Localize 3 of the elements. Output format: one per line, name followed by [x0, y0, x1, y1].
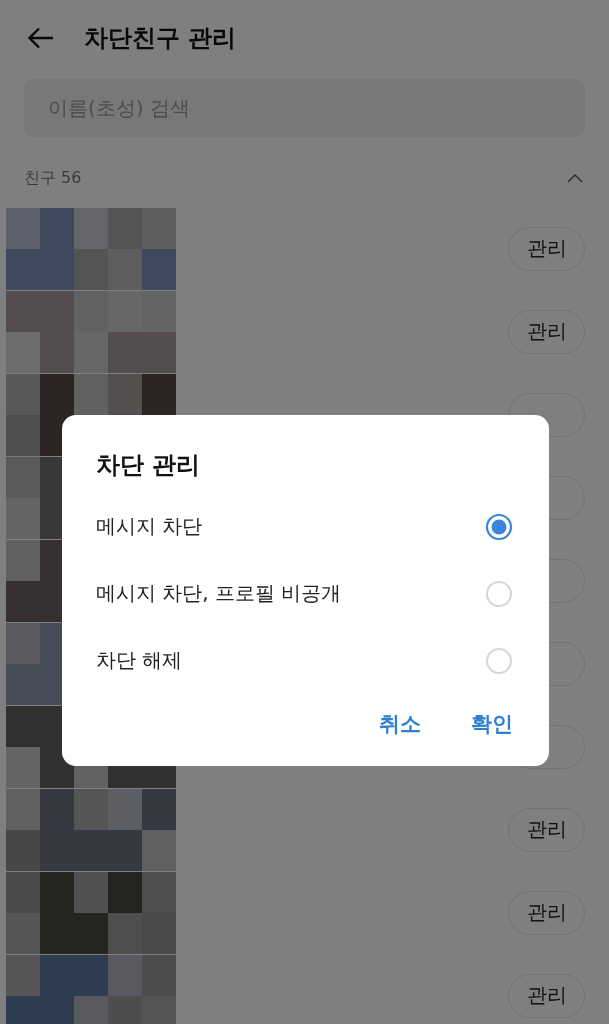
- friend-count: 친구 56: [24, 167, 82, 189]
- page-title: 차단친구 관리: [84, 22, 237, 54]
- dialog-title: 차단 관리: [96, 450, 202, 481]
